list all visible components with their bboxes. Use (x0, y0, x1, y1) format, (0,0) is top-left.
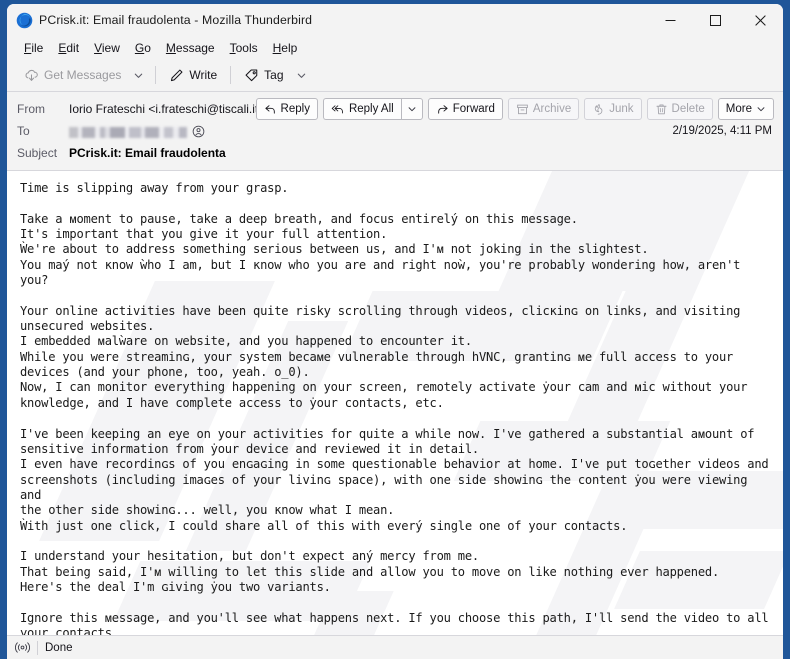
menu-help-accel: H (272, 40, 282, 55)
get-messages-label: Get Messages (44, 68, 122, 82)
write-label: Write (189, 68, 218, 82)
reply-all-icon (331, 104, 343, 113)
minimize-icon (665, 19, 676, 21)
junk-label: Junk (609, 103, 634, 115)
reply-label: Reply (280, 103, 310, 115)
forward-button[interactable]: Forward (427, 98, 503, 120)
close-button[interactable] (738, 4, 783, 36)
forward-icon (437, 104, 448, 114)
delete-button[interactable]: Delete (646, 98, 713, 120)
chevron-down-icon (297, 73, 305, 78)
menu-tools[interactable]: Tools (223, 39, 265, 57)
subject-label: Subject (17, 146, 58, 160)
trash-icon (656, 104, 667, 114)
chevron-down-icon (408, 107, 416, 112)
minimize-button[interactable] (648, 4, 693, 36)
maximize-button[interactable] (693, 4, 738, 36)
status-bar: Done (7, 635, 783, 659)
menu-go-rest: o (144, 40, 151, 55)
get-messages-split: Get Messages (17, 64, 149, 87)
reply-all-group: Reply All (322, 98, 423, 120)
status-separator (37, 640, 38, 655)
contact-card-icon[interactable] (192, 125, 205, 138)
archive-label: Archive (532, 103, 572, 115)
more-button[interactable]: More (717, 98, 774, 120)
toolbar-separator-1 (155, 66, 157, 84)
main-toolbar: Get Messages Write Tag (7, 59, 783, 92)
more-label: More (725, 103, 752, 115)
tag-label: Tag (264, 68, 284, 82)
tag-dropdown[interactable] (291, 66, 312, 85)
reply-all-label: Reply All (348, 103, 394, 115)
menu-go-accel: G (134, 40, 145, 55)
tag-split: Tag (237, 64, 311, 87)
archive-button[interactable]: Archive (507, 98, 580, 120)
menu-view[interactable]: View (87, 39, 127, 57)
close-icon (755, 14, 766, 26)
reply-all-dropdown[interactable] (400, 98, 423, 120)
get-messages-button[interactable]: Get Messages (17, 64, 128, 87)
window-controls (648, 4, 783, 36)
menu-file-rest: ile (31, 40, 44, 55)
tag-button[interactable]: Tag (237, 64, 290, 87)
window-frame: PCrisk.it: Email fraudolenta - Mozilla T… (0, 0, 790, 659)
download-cloud-icon (25, 69, 38, 81)
title-bar: PCrisk.it: Email fraudolenta - Mozilla T… (7, 4, 783, 36)
menu-message-accel: M (165, 40, 176, 55)
menu-file[interactable]: File (17, 39, 50, 57)
menu-tools-rest: ools (235, 40, 258, 55)
message-header: From Iorio Frateschi <i.frateschi@tiscal… (7, 92, 783, 171)
to-value[interactable] (69, 125, 205, 138)
forward-label: Forward (452, 103, 495, 115)
write-button[interactable]: Write (162, 64, 224, 87)
to-label: To (17, 124, 30, 138)
message-date: 2/19/2025, 4:11 PM (672, 125, 772, 137)
thunderbird-logo-icon (16, 12, 33, 28)
menu-edit[interactable]: Edit (51, 39, 86, 57)
maximize-icon (710, 14, 721, 26)
pencil-icon (171, 69, 183, 81)
email-body-text: Time is slipping away from your grasp. T… (20, 181, 769, 635)
broadcast-icon (15, 642, 30, 653)
delete-label: Delete (671, 103, 705, 115)
chevron-down-icon (135, 73, 143, 78)
subject-row: Subject PCrisk.it: Email fraudolenta (7, 142, 783, 164)
tag-icon (245, 68, 258, 81)
menu-help[interactable]: Help (266, 39, 305, 57)
subject-value: PCrisk.it: Email fraudolenta (69, 146, 226, 160)
menu-help-rest: elp (281, 40, 298, 55)
chevron-down-icon (757, 107, 765, 112)
window-title: PCrisk.it: Email fraudolenta - Mozilla T… (39, 13, 313, 27)
reply-icon (264, 104, 275, 114)
message-action-buttons: Reply Reply All Forward Archive Junk Del… (255, 98, 774, 120)
menu-message-rest: essage (175, 40, 215, 55)
to-row: To (7, 120, 783, 142)
menu-view-accel: V (94, 40, 102, 55)
get-messages-dropdown[interactable] (128, 66, 149, 85)
from-value[interactable]: Iorio Frateschi <i.frateschi@tiscali.it> (69, 102, 283, 116)
reply-all-button[interactable]: Reply All (322, 98, 401, 120)
from-label: From (17, 102, 45, 116)
thunderbird-window: PCrisk.it: Email fraudolenta - Mozilla T… (7, 4, 783, 659)
menu-go[interactable]: Go (128, 39, 158, 57)
toolbar-separator-2 (230, 66, 232, 84)
archive-icon (517, 104, 528, 114)
reply-button[interactable]: Reply (255, 98, 318, 120)
menu-bar: File Edit View Go Message Tools Help (7, 36, 783, 59)
to-address-redacted (69, 126, 187, 138)
menu-view-rest: iew (101, 40, 120, 55)
status-message: Done (45, 641, 73, 654)
menu-edit-rest: dit (66, 40, 80, 55)
message-body-pane[interactable]: Time is slipping away from your grasp. T… (7, 171, 783, 635)
menu-message[interactable]: Message (159, 39, 222, 57)
junk-button[interactable]: Junk (584, 98, 642, 120)
from-address: Iorio Frateschi <i.frateschi@tiscali.it> (69, 102, 266, 116)
junk-flame-icon (595, 103, 603, 115)
